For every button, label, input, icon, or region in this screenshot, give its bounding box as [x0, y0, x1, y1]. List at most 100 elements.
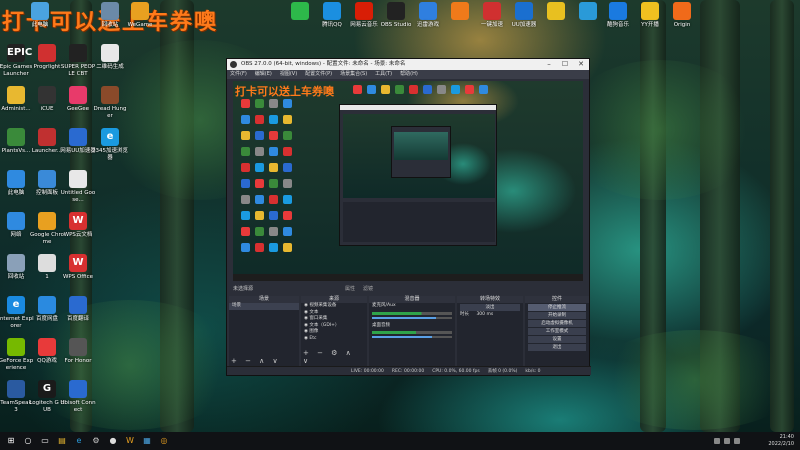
- desktop-icon[interactable]: 腾讯QQ: [314, 2, 350, 29]
- status-cpu: CPU: 0.0%, 60.00 fps: [432, 369, 480, 374]
- desktop-icon[interactable]: YY开播: [632, 2, 668, 29]
- desktop-icon[interactable]: W WPS Office: [60, 254, 96, 281]
- taskbar-clock[interactable]: 21:40 2022/2/10: [768, 434, 794, 448]
- desktop-icon[interactable]: 网易UU加速器: [60, 128, 96, 155]
- filters-button[interactable]: 滤镜: [363, 285, 373, 292]
- kugou-icon: [609, 2, 627, 20]
- system-tray[interactable]: [714, 438, 740, 444]
- source-item-label: 窗口采集: [309, 316, 328, 321]
- status-rec: REC: 00:00:00: [391, 369, 425, 374]
- desktop-icon-label: Untitled Goose...: [60, 190, 96, 203]
- desktop-icon[interactable]: 迅雷游戏: [410, 2, 446, 29]
- control-button[interactable]: 工作室模式: [528, 328, 586, 335]
- desktop-icon[interactable]: 百度翻译: [60, 296, 96, 323]
- desktop-icon[interactable]: Origin: [664, 2, 700, 29]
- transition-type-select[interactable]: 淡出: [460, 304, 520, 311]
- chrome-icon[interactable]: ◎: [159, 436, 169, 446]
- desktop-icon[interactable]: OBS Studio: [378, 2, 414, 29]
- preview-desktop-icon: [255, 115, 264, 124]
- preview-desktop-icon: [437, 85, 446, 94]
- duration-input[interactable]: 300 ms: [476, 312, 493, 317]
- obs-title-bar[interactable]: OBS 27.0.0 (64-bit, windows) - 配置文件: 未命名…: [227, 59, 589, 70]
- super-people-icon: [69, 44, 87, 62]
- recycle-bin-icon: [101, 2, 119, 20]
- source-item-label: 图像: [309, 329, 319, 334]
- desktop-icon-label: 酷狗音乐: [606, 22, 629, 28]
- file-explorer-icon[interactable]: ▤: [57, 436, 67, 446]
- folder-icon: [7, 86, 25, 104]
- preview-desktop-icon: [255, 147, 264, 156]
- task-view-icon[interactable]: ▭: [40, 436, 50, 446]
- control-button[interactable]: 设置: [528, 336, 586, 343]
- desktop-icon[interactable]: SUPER PEOPLE CBT: [60, 44, 96, 77]
- desktop-icon-label: SUPER PEOPLE CBT: [60, 64, 96, 77]
- control-button[interactable]: 停止推流: [528, 304, 586, 311]
- desktop-icon[interactable]: 酷狗音乐: [600, 2, 636, 29]
- status-bitrate: kb/s: 0: [525, 369, 541, 374]
- tray-volume-icon[interactable]: [724, 438, 730, 444]
- desktop-icon[interactable]: Ubisoft Connect: [60, 380, 96, 413]
- desktop-icon[interactable]: WeGame: [122, 2, 158, 29]
- uu-accel-icon: [69, 128, 87, 146]
- desktop-icon[interactable]: GeeGee: [60, 86, 96, 113]
- search-icon[interactable]: ○: [23, 436, 33, 446]
- control-button[interactable]: 开始录制: [528, 312, 586, 319]
- desktop-icon[interactable]: UU加速器: [506, 2, 542, 29]
- desktop-icon[interactable]: 此电脑: [22, 2, 58, 29]
- logitech-icon: G: [38, 380, 56, 398]
- close-icon[interactable]: ✕: [573, 59, 589, 70]
- store-icon[interactable]: ▦: [142, 436, 152, 446]
- preview-desktop-icon: [269, 147, 278, 156]
- desktop-icon-label: 此电脑: [31, 22, 49, 28]
- wegame-icon[interactable]: W: [125, 436, 135, 446]
- desktop-icon[interactable]: 一键加速: [474, 2, 510, 29]
- volume-slider[interactable]: [372, 316, 452, 319]
- source-item[interactable]: ◉ Etc: [301, 336, 367, 343]
- wegame-icon: [131, 2, 149, 20]
- desktop-icon[interactable]: For Honor: [60, 338, 96, 365]
- minimize-icon[interactable]: –: [541, 59, 557, 70]
- edge-icon[interactable]: e: [74, 436, 84, 446]
- dread-hunger-icon: [101, 86, 119, 104]
- windows-start-icon[interactable]: ⊞: [6, 436, 16, 446]
- desktop-icon[interactable]: e 2345加速浏览器: [92, 128, 128, 161]
- scene-item[interactable]: 场景: [229, 303, 299, 310]
- desktop-icon[interactable]: [282, 2, 318, 22]
- source-controls[interactable]: + − ⚙ ∧ ∨: [303, 349, 367, 365]
- menu-item[interactable]: 场景集合(S): [340, 70, 367, 79]
- volume-slider[interactable]: [372, 336, 452, 338]
- audio-level-meter: [372, 331, 452, 334]
- desktop-icon[interactable]: Untitled Goose...: [60, 170, 96, 203]
- tray-ime-icon[interactable]: [734, 438, 740, 444]
- tray-network-icon[interactable]: [714, 438, 720, 444]
- desktop-icon[interactable]: 网易云音乐: [346, 2, 382, 29]
- menu-item[interactable]: 视图(V): [280, 70, 297, 79]
- for-honor-icon: [69, 338, 87, 356]
- preview-desktop-icon: [283, 131, 292, 140]
- settings-icon[interactable]: ⚙: [91, 436, 101, 446]
- control-button[interactable]: 启动虚拟摄像机: [528, 320, 586, 327]
- desktop-icon[interactable]: Dread Hunger: [92, 86, 128, 119]
- obs-preview[interactable]: 打卡可以送上车券噢: [233, 81, 583, 281]
- menu-item[interactable]: 文件(F): [230, 70, 247, 79]
- menu-item[interactable]: 配置文件(P): [305, 70, 332, 79]
- preview-desktop-icon: [367, 85, 376, 94]
- menu-item[interactable]: 帮助(H): [400, 70, 418, 79]
- duration-label: 时长: [460, 312, 469, 317]
- obs-window[interactable]: OBS 27.0.0 (64-bit, windows) - 配置文件: 未命名…: [226, 58, 591, 376]
- maximize-icon[interactable]: ☐: [557, 59, 573, 70]
- scenes-dock: 场景 场景 + − ∧ ∨: [229, 296, 299, 366]
- desktop-icon[interactable]: [442, 2, 478, 22]
- preview-desktop-icon: [465, 85, 474, 94]
- preview-nested-obs-window: [339, 104, 497, 246]
- menu-item[interactable]: 编辑(E): [255, 70, 272, 79]
- scene-controls[interactable]: + − ∧ ∨: [231, 357, 281, 365]
- desktop-icon[interactable]: 二维码生成: [92, 44, 128, 71]
- properties-button[interactable]: 属性: [345, 285, 355, 292]
- desktop-icon[interactable]: W WPS云文档: [60, 212, 96, 239]
- accelerator-icon: [483, 2, 501, 20]
- obs-icon[interactable]: ●: [108, 436, 118, 446]
- desktop-icon[interactable]: [538, 2, 574, 22]
- control-button[interactable]: 退出: [528, 344, 586, 351]
- menu-item[interactable]: 工具(T): [375, 70, 392, 79]
